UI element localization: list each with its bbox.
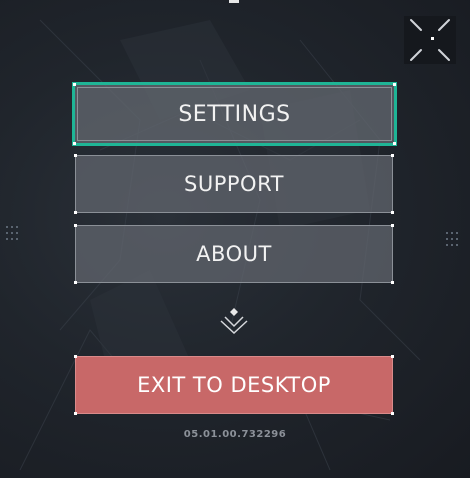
settings-button[interactable]: SETTINGS (72, 82, 397, 146)
exit-button-label: EXIT TO DESKTOP (137, 373, 331, 397)
game-menu-panel: SETTINGS SUPPORT ABOUT EXIT TO DESKTOP 0… (0, 0, 470, 478)
settings-button-label: SETTINGS (178, 101, 291, 127)
support-button[interactable]: SUPPORT (74, 154, 394, 214)
top-notch (229, 0, 239, 3)
collapse-button[interactable] (404, 16, 456, 64)
support-button-label: SUPPORT (184, 172, 284, 196)
exit-to-desktop-button[interactable]: EXIT TO DESKTOP (74, 355, 394, 415)
about-button-label: ABOUT (196, 242, 272, 266)
version-label: 05.01.00.732296 (183, 429, 287, 440)
right-dots-decoration (446, 232, 460, 250)
about-button[interactable]: ABOUT (74, 224, 394, 284)
collapse-arrows-icon (410, 19, 450, 61)
more-options-button[interactable] (217, 306, 251, 335)
chevron-down-more-icon (220, 308, 248, 335)
left-dots-decoration (6, 226, 20, 244)
